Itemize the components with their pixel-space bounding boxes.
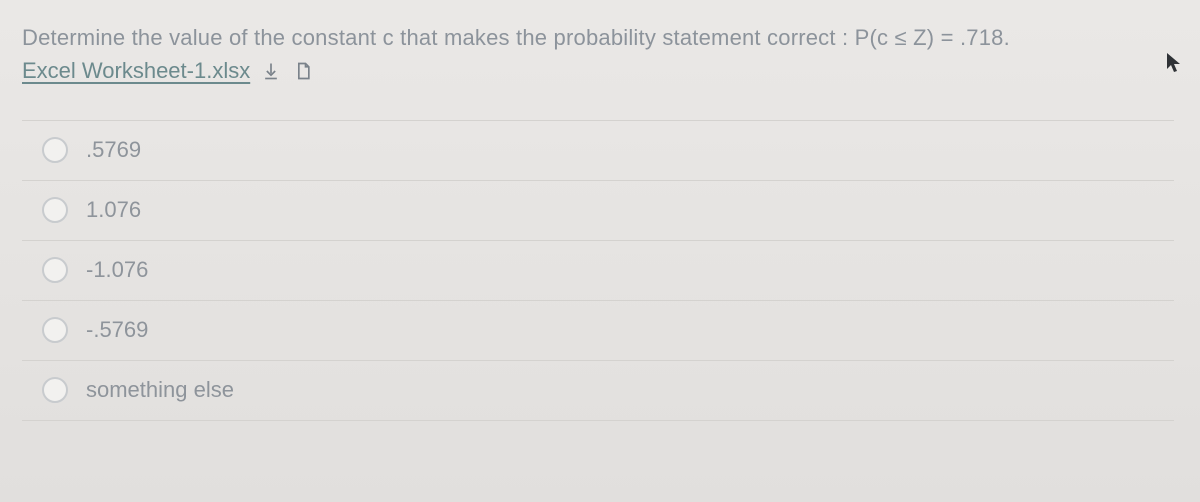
option-row[interactable]: something else (22, 361, 1174, 421)
option-label: -.5769 (86, 317, 148, 343)
radio-icon[interactable] (42, 197, 68, 223)
radio-icon[interactable] (42, 317, 68, 343)
radio-icon[interactable] (42, 257, 68, 283)
option-row[interactable]: .5769 (22, 121, 1174, 181)
attachment-row: Excel Worksheet-1.xlsx (22, 58, 314, 84)
option-row[interactable]: -.5769 (22, 301, 1174, 361)
option-row[interactable]: -1.076 (22, 241, 1174, 301)
download-icon[interactable] (260, 60, 282, 82)
radio-icon[interactable] (42, 137, 68, 163)
pointer-icon (1166, 52, 1182, 74)
option-label: .5769 (86, 137, 141, 163)
option-label: 1.076 (86, 197, 141, 223)
document-icon[interactable] (292, 60, 314, 82)
attachment-link[interactable]: Excel Worksheet-1.xlsx (22, 58, 250, 84)
options-list: .5769 1.076 -1.076 -.5769 something else (22, 120, 1174, 421)
question-prompt: Determine the value of the constant c th… (22, 22, 1174, 54)
option-label: -1.076 (86, 257, 148, 283)
question-text: Determine the value of the constant c th… (22, 25, 1010, 50)
option-row[interactable]: 1.076 (22, 181, 1174, 241)
question-page: Determine the value of the constant c th… (0, 0, 1200, 502)
radio-icon[interactable] (42, 377, 68, 403)
option-label: something else (86, 377, 234, 403)
